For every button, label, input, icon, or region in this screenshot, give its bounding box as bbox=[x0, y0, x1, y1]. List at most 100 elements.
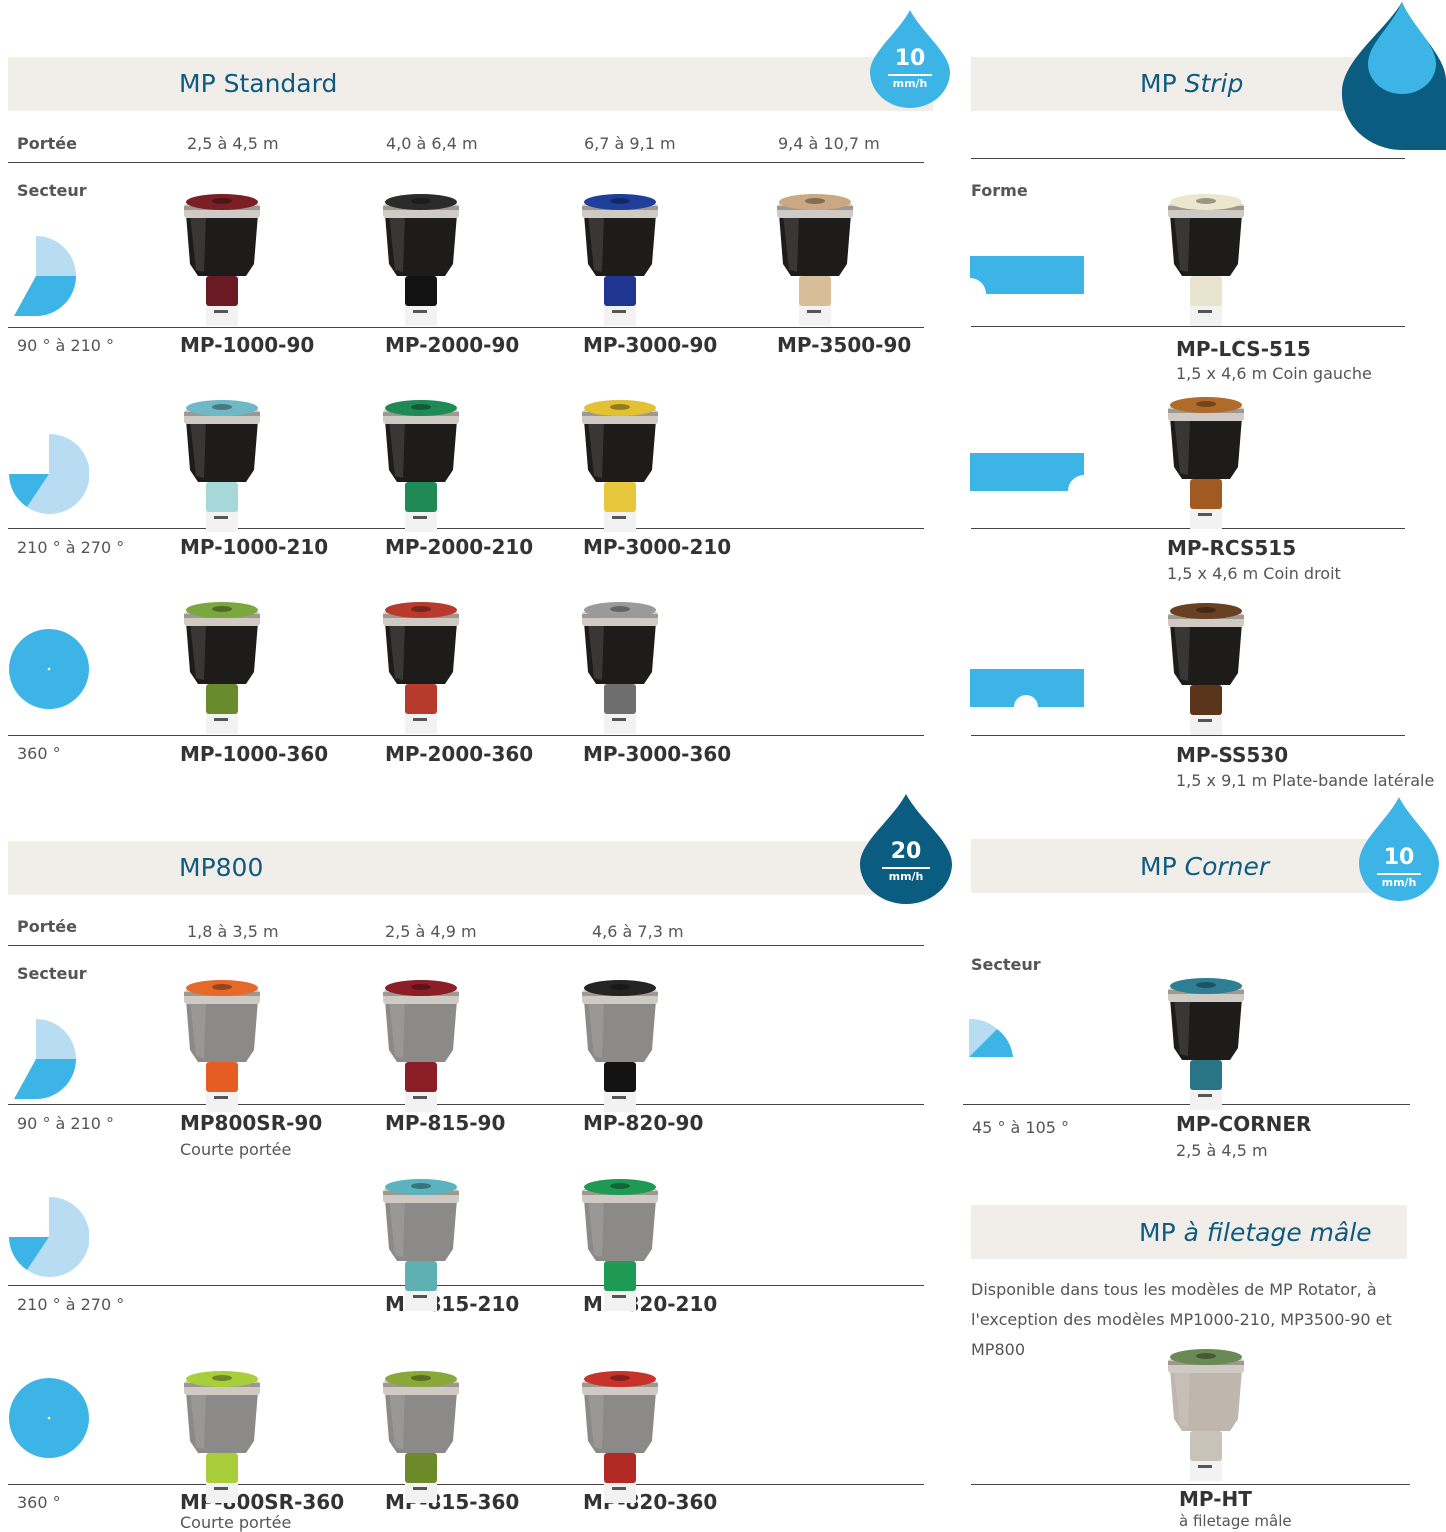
mp-corner-rate-badge: 10 mm/h bbox=[1355, 795, 1443, 903]
title-italic: Corner bbox=[1184, 852, 1270, 881]
range-value: 4,0 à 6,4 m bbox=[386, 134, 478, 153]
model-name: MP-3000-210 bbox=[583, 535, 732, 559]
divider bbox=[971, 158, 1405, 159]
right-corner-strip-icon bbox=[970, 453, 1084, 491]
model-range: 2,5 à 4,5 m bbox=[1176, 1141, 1268, 1160]
badge-value: 10 bbox=[894, 46, 926, 71]
sector-210-270-icon bbox=[9, 434, 89, 514]
mp-corner-title: MP Corner bbox=[1140, 852, 1269, 881]
title-bold: MP bbox=[1140, 852, 1177, 881]
model-note: Courte portée bbox=[180, 1513, 292, 1532]
nozzle-image bbox=[1168, 978, 1244, 1110]
nozzle-image bbox=[383, 980, 459, 1112]
model-desc: 1,5 x 4,6 m Coin droit bbox=[1167, 564, 1341, 583]
nozzle-image bbox=[184, 194, 260, 326]
model-name: MP-1000-360 bbox=[180, 742, 329, 766]
left-corner-strip-icon bbox=[970, 256, 1084, 294]
mp-strip-rate-badge bbox=[1340, 0, 1446, 152]
sector-90-210-icon bbox=[14, 236, 76, 316]
model-name: MP-820-90 bbox=[583, 1111, 704, 1135]
nozzle-image bbox=[1168, 397, 1244, 529]
sector-label: Secteur bbox=[17, 964, 87, 983]
shape-label: Forme bbox=[971, 181, 1028, 200]
model-name: MP-1000-210 bbox=[180, 535, 329, 559]
model-name: MP-815-90 bbox=[385, 1111, 506, 1135]
model-name: MP-RCS515 bbox=[1167, 536, 1297, 560]
divider bbox=[971, 735, 1405, 736]
nozzle-image bbox=[582, 980, 658, 1112]
model-note: Courte portée bbox=[180, 1140, 292, 1159]
sector-360-icon bbox=[9, 629, 89, 709]
sector-210-270-icon bbox=[9, 1197, 89, 1277]
nozzle-image bbox=[383, 1371, 459, 1503]
range-label: Portée bbox=[17, 917, 77, 936]
nozzle-image bbox=[383, 602, 459, 734]
range-value: 9,4 à 10,7 m bbox=[778, 134, 880, 153]
nozzle-image bbox=[184, 602, 260, 734]
divider bbox=[971, 326, 1405, 327]
model-name: MP-3000-90 bbox=[583, 333, 718, 357]
title-bold: MP bbox=[1139, 1218, 1176, 1247]
badge-divider bbox=[1377, 873, 1421, 875]
model-name: MP-LCS-515 bbox=[1176, 337, 1311, 361]
range-label: Portée bbox=[17, 134, 77, 153]
title-bold: MP bbox=[1140, 69, 1177, 98]
range-value: 2,5 à 4,9 m bbox=[385, 922, 477, 941]
model-desc: 1,5 x 9,1 m Plate-bande latérale bbox=[1176, 771, 1435, 790]
nozzle-image bbox=[777, 194, 853, 326]
sector-360-icon bbox=[9, 1378, 89, 1458]
model-name: MP-HT bbox=[1179, 1487, 1252, 1511]
mp800-rate-badge: 20 mm/h bbox=[852, 792, 960, 904]
badge-value: 10 bbox=[1383, 845, 1415, 870]
model-name: MP-SS530 bbox=[1176, 743, 1289, 767]
mp800-title: MP800 bbox=[179, 853, 264, 882]
divider bbox=[8, 327, 924, 328]
nozzle-image bbox=[184, 400, 260, 532]
nozzle-image bbox=[184, 1371, 260, 1503]
nozzle-image bbox=[383, 194, 459, 326]
badge-divider bbox=[888, 74, 932, 76]
sector-text: 360 ° bbox=[17, 1493, 61, 1512]
model-desc: à filetage mâle bbox=[1179, 1512, 1292, 1530]
sector-45-105-icon bbox=[969, 1018, 1013, 1057]
title-italic: Strip bbox=[1184, 69, 1244, 98]
nozzle-image bbox=[383, 1179, 459, 1311]
title-italic: à filetage mâle bbox=[1183, 1218, 1372, 1247]
divider bbox=[8, 735, 924, 736]
sector-text: 210 ° à 270 ° bbox=[17, 1295, 125, 1314]
range-value: 1,8 à 3,5 m bbox=[187, 922, 279, 941]
mp800-header bbox=[8, 841, 933, 895]
sector-90-210-icon bbox=[14, 1019, 76, 1099]
model-desc: 1,5 x 4,6 m Coin gauche bbox=[1176, 364, 1372, 383]
sector-text: 90 ° à 210 ° bbox=[17, 336, 115, 355]
nozzle-image bbox=[582, 400, 658, 532]
mp-standard-header bbox=[8, 57, 933, 111]
model-name: MP-CORNER bbox=[1176, 1112, 1312, 1136]
side-strip-icon bbox=[970, 669, 1084, 707]
divider bbox=[8, 945, 924, 946]
sector-text: 360 ° bbox=[17, 744, 61, 763]
badge-unit: mm/h bbox=[892, 77, 928, 90]
model-name: MP-3000-360 bbox=[583, 742, 732, 766]
model-name: MP800SR-90 bbox=[180, 1111, 323, 1135]
badge-value: 20 bbox=[890, 839, 922, 864]
water-drop-icon bbox=[1341, 2, 1446, 151]
model-name: MP-2000-90 bbox=[385, 333, 520, 357]
sector-label: Secteur bbox=[17, 181, 87, 200]
badge-divider bbox=[882, 867, 930, 869]
divider bbox=[971, 1484, 1410, 1485]
nozzle-image bbox=[1168, 194, 1244, 326]
model-name: MP-2000-360 bbox=[385, 742, 534, 766]
nozzle-image bbox=[1168, 603, 1244, 735]
mp-male-title: MP à filetage mâle bbox=[1139, 1218, 1372, 1247]
nozzle-image bbox=[1168, 1349, 1244, 1481]
nozzle-image bbox=[582, 1371, 658, 1503]
range-value: 6,7 à 9,1 m bbox=[584, 134, 676, 153]
divider bbox=[8, 162, 924, 163]
sector-text: 90 ° à 210 ° bbox=[17, 1114, 115, 1133]
nozzle-image bbox=[184, 980, 260, 1112]
sector-text: 45 ° à 105 ° bbox=[972, 1118, 1070, 1137]
model-name: MP-1000-90 bbox=[180, 333, 315, 357]
mp-standard-rate-badge: 10 mm/h bbox=[862, 8, 958, 108]
model-name: MP-2000-210 bbox=[385, 535, 534, 559]
